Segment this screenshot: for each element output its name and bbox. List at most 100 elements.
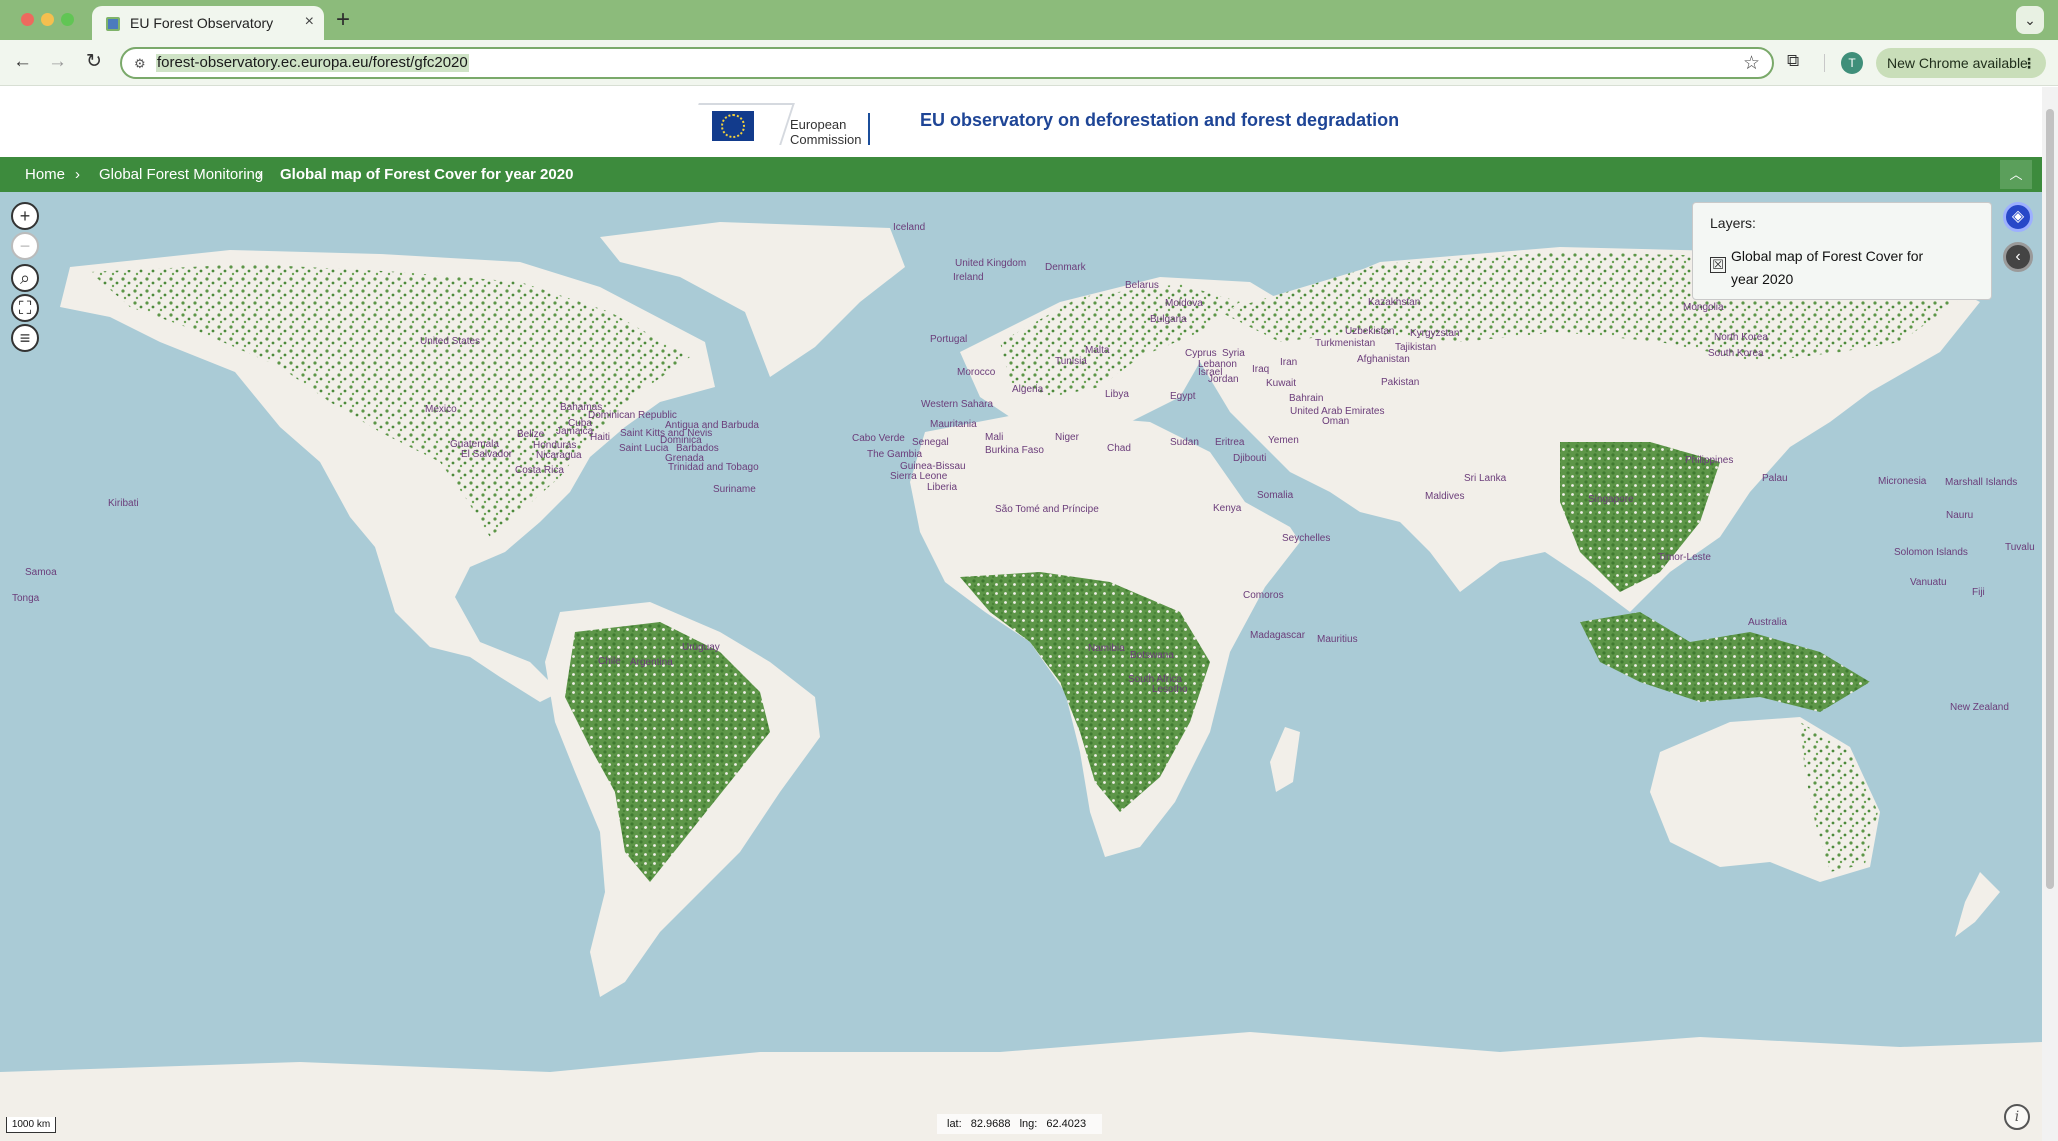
map-label: Mongolia	[1683, 302, 1724, 313]
map-label: São Tomé and Príncipe	[995, 504, 1099, 515]
fullscreen-icon[interactable]: ⛶	[11, 294, 39, 322]
map-label: Mali	[985, 432, 1004, 443]
breadcrumb-separator: ›	[75, 166, 80, 183]
back-button[interactable]: ←	[13, 51, 32, 73]
map-label: Egypt	[1170, 391, 1196, 402]
map-label: Timor-Leste	[1658, 552, 1711, 563]
map-label: United States	[420, 336, 481, 347]
cursor-coordinates: lat: 82.9688 lng: 62.4023	[937, 1114, 1103, 1134]
url-text[interactable]: forest-observatory.ec.europa.eu/forest/g…	[156, 54, 469, 72]
info-icon[interactable]: i	[2004, 1104, 2030, 1130]
scrollbar-thumb[interactable]	[2046, 109, 2054, 889]
profile-avatar[interactable]: T	[1841, 52, 1863, 74]
map-label: Singapore	[1588, 494, 1634, 505]
address-bar[interactable]: ⚙ forest-observatory.ec.europa.eu/forest…	[120, 47, 1774, 79]
search-location-icon[interactable]: ⌕	[11, 264, 39, 292]
map-label: Jordan	[1208, 374, 1239, 385]
site-header: European Commission EU observatory on de…	[0, 87, 2042, 157]
tab-search-button[interactable]: ⌄	[2016, 6, 2044, 34]
map-label: Cyprus	[1185, 348, 1217, 359]
map-label: Seychelles	[1282, 533, 1331, 544]
legend-list-icon[interactable]: ≡	[11, 324, 39, 352]
map-label: Palau	[1762, 473, 1788, 484]
map-label: Portugal	[930, 334, 968, 345]
window-minimize-button[interactable]	[41, 13, 54, 26]
ec-logo-line1: European	[790, 117, 847, 132]
bookmark-star-icon[interactable]: ☆	[1743, 52, 1760, 75]
map-label: Kiribati	[108, 498, 139, 509]
map-label: Lesotho	[1152, 684, 1188, 695]
zoom-out-button[interactable]: −	[11, 232, 39, 260]
landmass-new-zealand	[1955, 872, 2000, 937]
extensions-icon[interactable]: ⧉	[1787, 51, 1799, 71]
eu-flag-icon	[712, 111, 754, 141]
map-label: Iran	[1280, 357, 1298, 368]
map-label: Belarus	[1125, 280, 1159, 291]
map-label: Antigua and Barbuda	[665, 420, 759, 431]
european-commission-logo[interactable]: European Commission	[685, 99, 872, 149]
lng-label: lng:	[1019, 1118, 1038, 1130]
more-menu-icon[interactable]: ⋮	[2022, 48, 2036, 78]
tab-title: EU Forest Observatory	[130, 15, 274, 31]
map-label: Suriname	[713, 484, 756, 495]
map-label: Argentina	[630, 657, 673, 668]
panel-collapse-icon[interactable]: ‹	[2003, 242, 2033, 272]
tab-favicon-icon	[106, 17, 120, 31]
map-label: Sierra Leone	[890, 471, 948, 482]
map-label: Kazakhstan	[1368, 297, 1421, 308]
reload-button[interactable]: ↻	[86, 51, 102, 73]
map-label: Madagascar	[1250, 630, 1306, 641]
map-label: Samoa	[25, 567, 57, 578]
forward-button[interactable]: →	[48, 51, 67, 73]
map-label: Malta	[1085, 345, 1110, 356]
breadcrumb-current-page: Global map of Forest Cover for year 2020	[280, 166, 574, 183]
ec-logo-text: European Commission	[790, 117, 862, 147]
lat-value: 82.9688	[970, 1118, 1011, 1130]
zoom-in-button[interactable]: +	[11, 202, 39, 230]
map-label: Kenya	[1213, 503, 1242, 514]
map-label: Moldova	[1165, 298, 1203, 309]
map-label: Jamaica	[556, 426, 594, 437]
window-close-button[interactable]	[21, 13, 34, 26]
map-label: Burkina Faso	[985, 445, 1044, 456]
map-label: Somalia	[1257, 490, 1294, 501]
site-info-icon[interactable]: ⚙	[134, 56, 146, 72]
map-scale-bar: 1000 km	[6, 1117, 56, 1133]
map-label: Cabo Verde	[852, 433, 905, 444]
header-collapse-button[interactable]: ︿	[2000, 160, 2032, 189]
map-label: Nicaragua	[536, 450, 582, 461]
map-label: Bulgaria	[1150, 314, 1187, 325]
lat-label: lat:	[947, 1118, 962, 1130]
map-label: Sri Lanka	[1464, 473, 1507, 484]
map-label: Fiji	[1972, 587, 1985, 598]
map-label: Oman	[1322, 416, 1350, 427]
layer-toggle-checkbox[interactable]: ☒	[1710, 257, 1726, 273]
breadcrumb-separator: ›	[257, 166, 262, 183]
map-label: Micronesia	[1878, 476, 1927, 487]
map-label: Philippines	[1685, 455, 1734, 466]
update-chrome-button[interactable]: New Chrome available ⋮	[1876, 48, 2046, 78]
new-tab-button[interactable]: +	[336, 6, 350, 34]
map-label: Mauritius	[1317, 634, 1358, 645]
window-maximize-button[interactable]	[61, 13, 74, 26]
map-label: Comoros	[1243, 590, 1284, 601]
map-label: Chad	[1107, 443, 1131, 454]
layers-panel: Layers: ☒ Global map of Forest Cover for…	[1692, 202, 1992, 300]
page-scrollbar[interactable]	[2042, 87, 2058, 1141]
world-forest-map[interactable]: Iceland United Kingdom Ireland Denmark B…	[0, 192, 2042, 1141]
map-label: Algeria	[1012, 384, 1044, 395]
map-label: Morocco	[957, 367, 996, 378]
browser-toolbar: ← → ↻ ⚙ forest-observatory.ec.europa.eu/…	[0, 40, 2058, 86]
map-label: Syria	[1222, 348, 1245, 359]
breadcrumb-forest-monitoring-link[interactable]: Global Forest Monitoring	[99, 166, 263, 183]
site-title: EU observatory on deforestation and fore…	[920, 110, 1400, 130]
browser-tab[interactable]: EU Forest Observatory ×	[92, 6, 324, 40]
layer-name-label[interactable]: Global map of Forest Cover for year 2020	[1731, 245, 1951, 291]
map-label: Kyrgyzstan	[1410, 328, 1460, 339]
map-label: Sudan	[1170, 437, 1199, 448]
tab-close-icon[interactable]: ×	[305, 13, 314, 31]
map-label: Iceland	[893, 222, 926, 233]
map-label: Iraq	[1252, 364, 1270, 375]
breadcrumb-home-link[interactable]: Home	[25, 166, 65, 183]
layers-toggle-icon[interactable]: ◈	[2003, 202, 2033, 232]
